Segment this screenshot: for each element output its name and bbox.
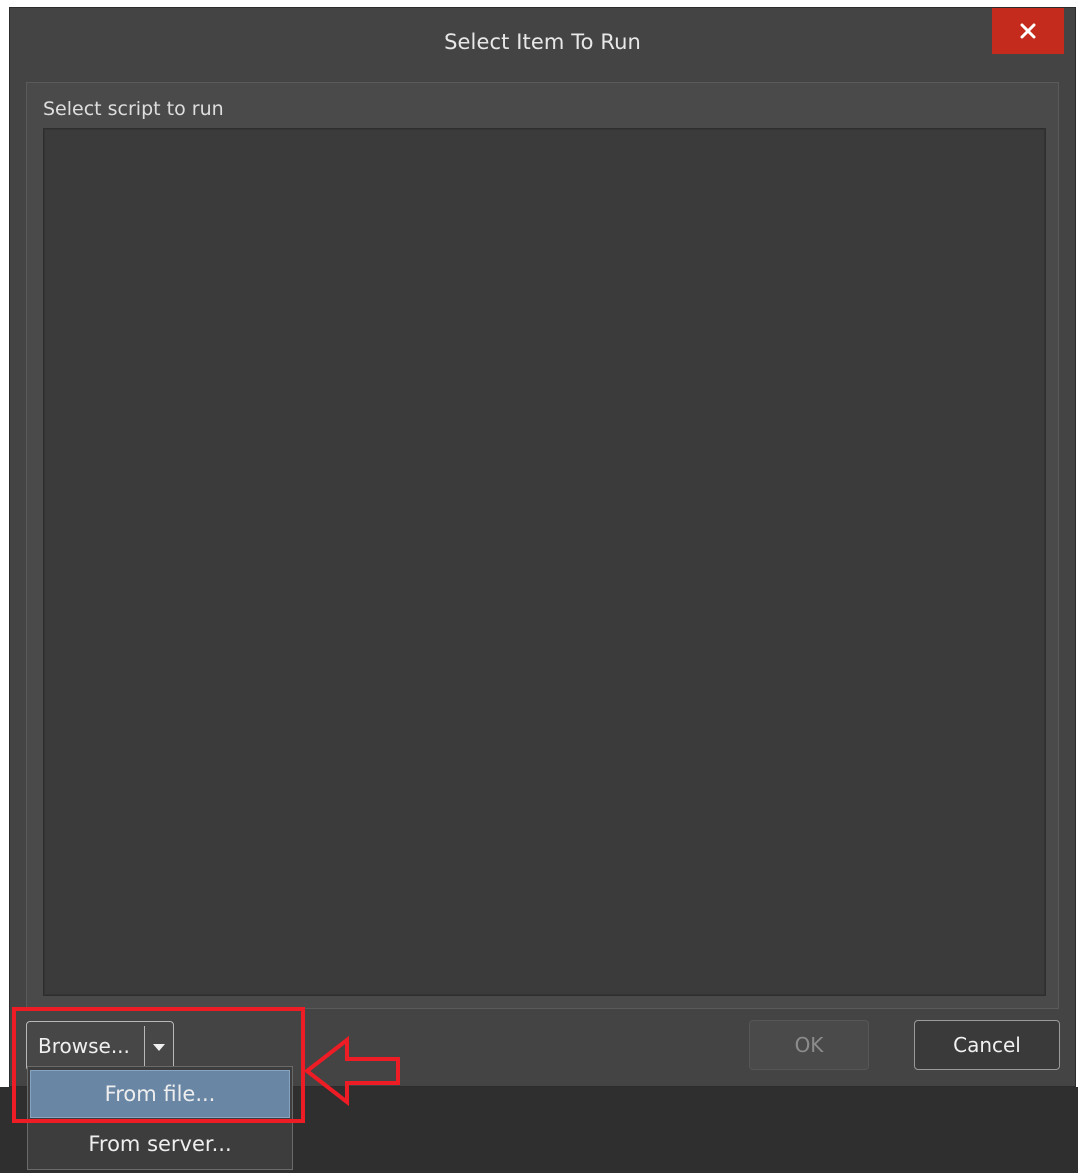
browse-dropdown-menu: From file... From server... — [27, 1066, 293, 1170]
dialog-title: Select Item To Run — [444, 30, 641, 54]
screen: Select Item To Run Select script to run … — [0, 0, 1078, 1173]
close-button[interactable] — [992, 8, 1064, 54]
section-label: Select script to run — [43, 98, 224, 120]
script-list[interactable] — [43, 128, 1046, 996]
menu-item-from-server[interactable]: From server... — [30, 1120, 290, 1168]
menu-item-from-file[interactable]: From file... — [30, 1070, 290, 1118]
close-icon — [1020, 23, 1036, 39]
chevron-down-icon — [152, 1037, 166, 1056]
title-bar[interactable]: Select Item To Run — [10, 8, 1075, 80]
browse-dropdown-toggle[interactable] — [145, 1022, 173, 1070]
browse-button[interactable]: Browse... — [27, 1022, 144, 1070]
cancel-button[interactable]: Cancel — [914, 1020, 1060, 1070]
browse-split-button: Browse... — [26, 1021, 174, 1071]
content-panel: Select script to run — [26, 82, 1059, 1009]
ok-button[interactable]: OK — [749, 1020, 869, 1070]
select-item-dialog: Select Item To Run Select script to run … — [9, 7, 1076, 1087]
